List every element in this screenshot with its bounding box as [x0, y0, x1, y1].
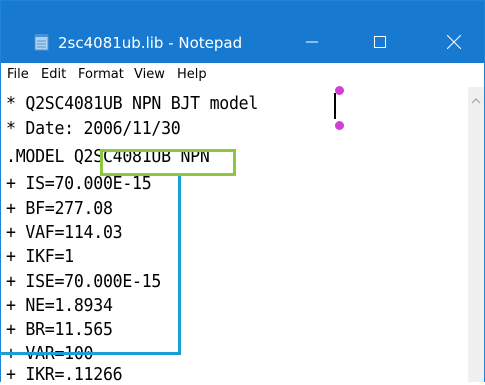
minimize-icon: [306, 41, 318, 43]
selection-handle-top[interactable]: [335, 86, 344, 95]
selection-handle-bottom[interactable]: [335, 121, 344, 130]
menu-edit[interactable]: Edit: [41, 67, 66, 82]
notepad-app-icon: [34, 34, 49, 51]
menu-format[interactable]: Format: [78, 67, 124, 82]
menu-help[interactable]: Help: [177, 67, 207, 82]
text-cursor: [334, 93, 336, 119]
maximize-icon: [374, 36, 386, 48]
chevron-up-icon: [471, 98, 481, 104]
vertical-scrollbar[interactable]: [468, 87, 484, 382]
highlight-box-model-name: [100, 149, 236, 176]
close-button[interactable]: [439, 27, 469, 57]
editor-line-2: * Date: 2006/11/30: [6, 118, 181, 139]
menu-bar: File Edit Format View Help: [1, 63, 484, 88]
window-title: 2sc4081ub.lib - Notepad: [58, 34, 243, 52]
menu-file[interactable]: File: [7, 67, 29, 82]
highlight-bracket-parameters: [0, 176, 181, 355]
editor-line-1: * Q2SC4081UB NPN BJT model: [6, 93, 259, 114]
menu-view[interactable]: View: [134, 67, 165, 82]
scroll-up-button[interactable]: [468, 93, 484, 109]
minimize-button[interactable]: [297, 27, 327, 57]
close-icon: [447, 35, 461, 49]
maximize-button[interactable]: [365, 27, 395, 57]
title-bar[interactable]: 2sc4081ub.lib - Notepad: [1, 1, 484, 63]
